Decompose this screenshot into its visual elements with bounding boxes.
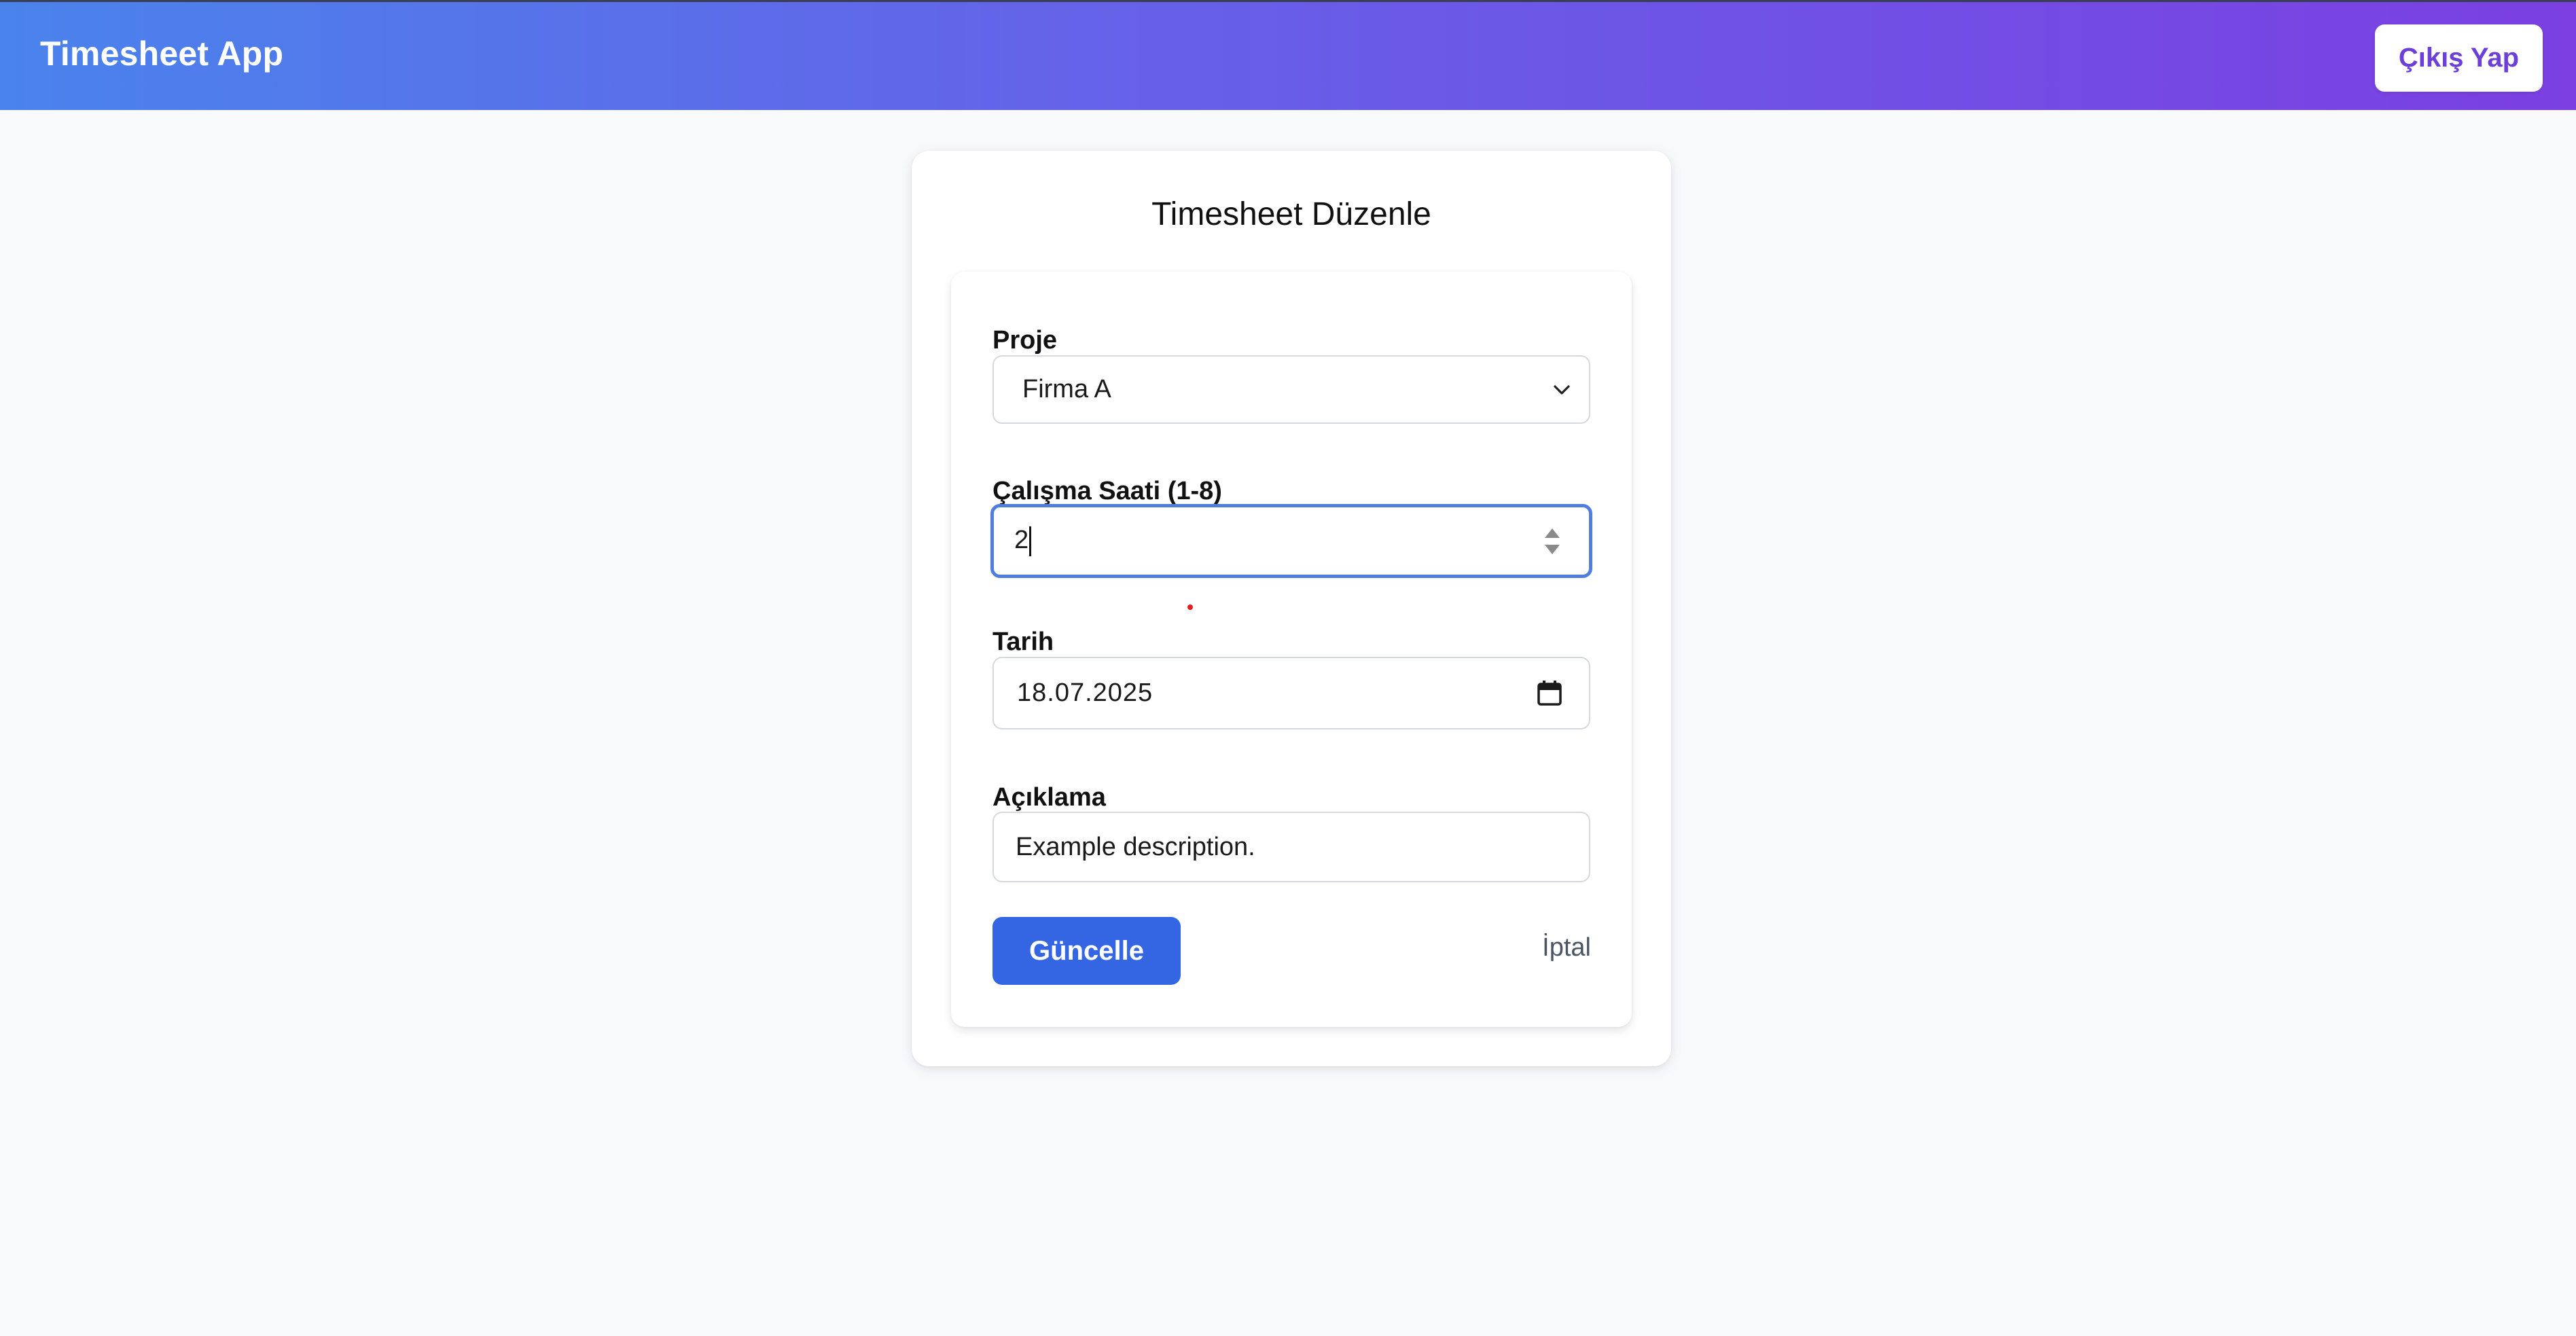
hours-value: 2	[1014, 526, 1029, 555]
stepper-up-icon[interactable]	[1545, 528, 1560, 538]
timesheet-form: Proje Firma A Çalışma Saati (1-8) 2 Tari…	[951, 272, 1632, 1027]
date-input[interactable]: 18.07.2025	[992, 657, 1590, 729]
logout-button[interactable]: Çıkış Yap	[2375, 24, 2543, 92]
hours-stepper[interactable]	[1539, 528, 1566, 554]
hours-label: Çalışma Saati (1-8)	[992, 477, 1222, 505]
description-label: Açıklama	[992, 783, 1106, 812]
edit-timesheet-card: Timesheet Düzenle Proje Firma A Çalışma …	[912, 151, 1671, 1066]
date-value: 18.07.2025	[1017, 679, 1153, 707]
stepper-down-icon[interactable]	[1545, 544, 1560, 554]
page-title: Timesheet Düzenle	[1151, 196, 1431, 232]
project-select[interactable]: Firma A	[992, 355, 1590, 424]
date-label: Tarih	[992, 628, 1054, 656]
project-selected-value: Firma A	[1022, 375, 1111, 403]
cursor-indicator-dot	[1187, 604, 1193, 610]
update-button[interactable]: Güncelle	[992, 917, 1181, 985]
description-input[interactable]: Example description.	[992, 812, 1590, 882]
project-label: Proje	[992, 326, 1058, 355]
calendar-icon[interactable]	[1535, 679, 1564, 708]
top-navbar: Timesheet App Çıkış Yap	[0, 0, 2576, 110]
description-value: Example description.	[1016, 832, 1255, 861]
hours-input[interactable]: 2	[990, 504, 1592, 578]
app-brand: Timesheet App	[40, 35, 284, 73]
cancel-link[interactable]: İptal	[1542, 933, 1591, 962]
chevron-down-icon	[1548, 376, 1575, 403]
text-caret	[1029, 526, 1032, 556]
